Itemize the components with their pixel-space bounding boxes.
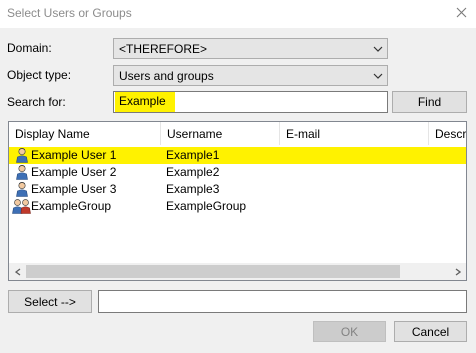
cancel-button[interactable]: Cancel (394, 321, 467, 342)
table-row[interactable]: ExampleGroup ExampleGroup (9, 198, 466, 215)
selected-items-field[interactable] (98, 290, 467, 313)
scroll-left-icon[interactable] (9, 263, 26, 280)
chevron-down-icon (369, 66, 387, 85)
find-button[interactable]: Find (392, 91, 467, 113)
select-button[interactable]: Select --> (8, 290, 92, 313)
search-input[interactable]: Example (113, 91, 388, 113)
search-value: Example (115, 92, 175, 112)
scroll-right-icon[interactable] (449, 263, 466, 280)
display-name-cell: ExampleGroup (31, 199, 112, 213)
domain-dropdown[interactable]: <THEREFORE> (113, 38, 388, 59)
display-name-cell: Example User 2 (31, 165, 117, 179)
table-row[interactable]: Example User 2 Example2 (9, 164, 466, 181)
search-label: Search for: (7, 95, 66, 109)
username-cell: Example1 (166, 148, 220, 162)
group-icon (12, 198, 31, 217)
window-title: Select Users or Groups (7, 6, 132, 20)
table-row[interactable]: Example User 1 Example1 (9, 147, 466, 164)
horizontal-scrollbar[interactable] (9, 263, 466, 280)
ok-button[interactable]: OK (313, 321, 386, 342)
column-header-display-name[interactable]: Display Name (9, 122, 162, 145)
domain-label: Domain: (7, 41, 52, 55)
domain-value: <THEREFORE> (119, 41, 208, 56)
object-type-dropdown[interactable]: Users and groups (113, 65, 388, 86)
column-header-email[interactable]: E-mail (279, 122, 429, 145)
username-cell: Example2 (166, 165, 220, 179)
object-type-value: Users and groups (119, 68, 214, 83)
display-name-cell: Example User 3 (31, 182, 117, 196)
results-list[interactable]: Display Name Username E-mail Descrip Exa… (8, 121, 467, 281)
column-header-description[interactable]: Descrip (428, 122, 466, 145)
column-header-username[interactable]: Username (160, 122, 281, 145)
scrollbar-thumb[interactable] (26, 265, 400, 278)
display-name-cell: Example User 1 (31, 148, 117, 162)
username-cell: ExampleGroup (166, 199, 247, 213)
username-cell: Example3 (166, 182, 220, 196)
chevron-down-icon (369, 39, 387, 58)
object-type-label: Object type: (7, 68, 72, 82)
table-row[interactable]: Example User 3 Example3 (9, 181, 466, 198)
close-icon[interactable] (454, 5, 468, 19)
